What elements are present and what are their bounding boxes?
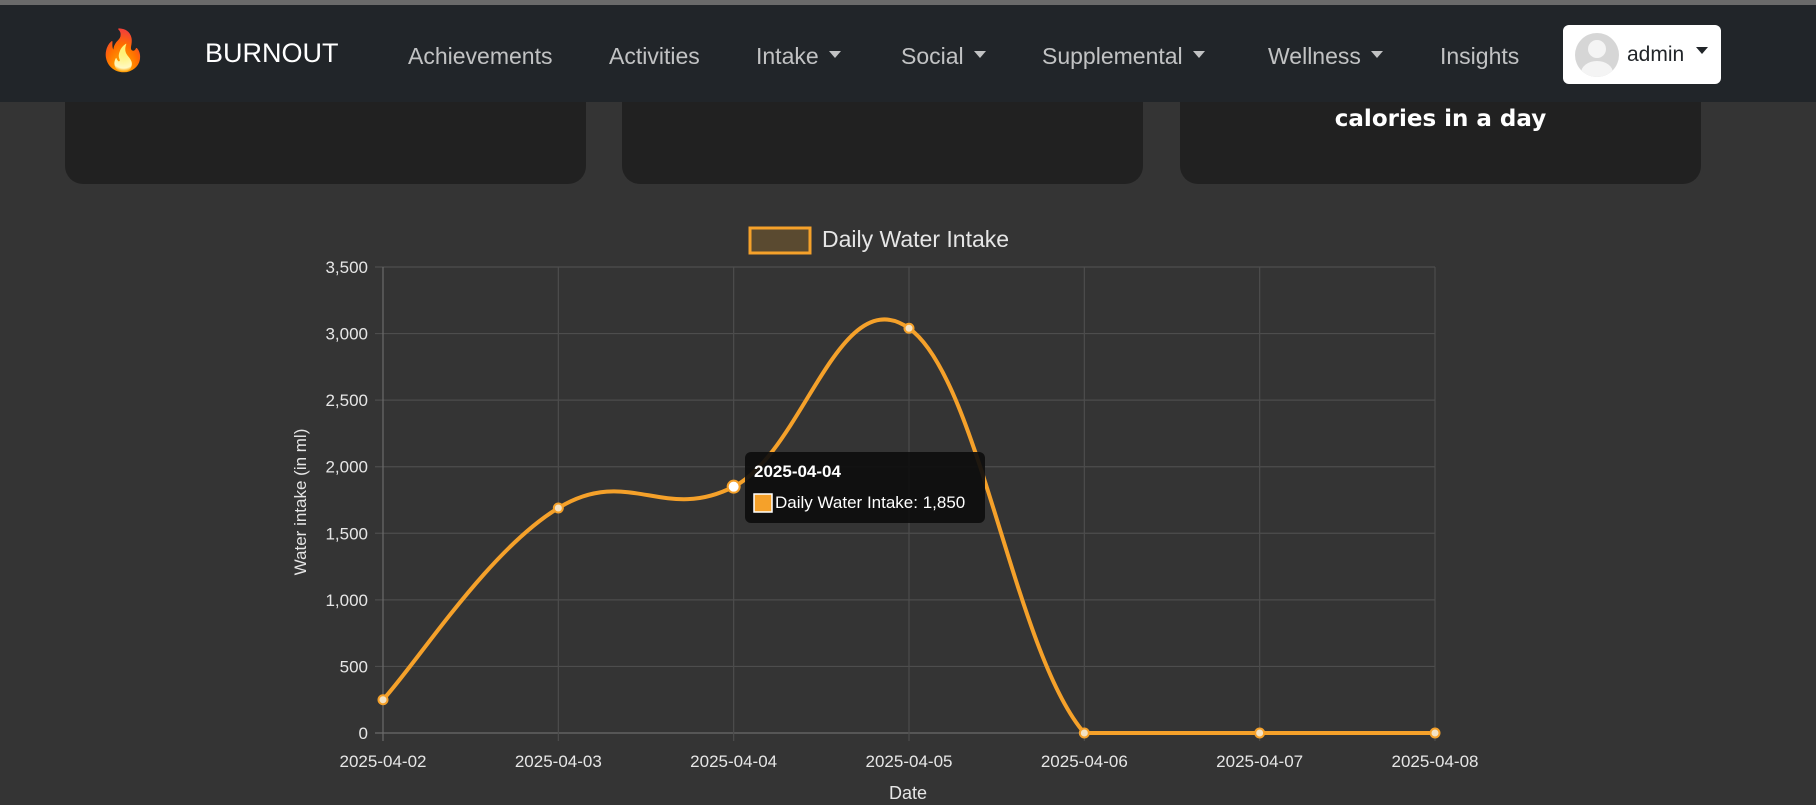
x-tick-label: 2025-04-04 — [690, 752, 777, 771]
tooltip-title: 2025-04-04 — [754, 462, 842, 481]
x-axis-ticks: 2025-04-02 2025-04-03 2025-04-04 2025-04-05… — [340, 752, 1479, 771]
y-tick-label: 3,000 — [325, 325, 368, 344]
data-point[interactable] — [903, 322, 915, 334]
chart-tooltip: 2025-04-04 Daily Water Intake: 1,850 — [745, 452, 985, 523]
y-tick-label: 500 — [340, 657, 368, 676]
tooltip-label: Daily Water Intake: 1,850 — [775, 493, 965, 512]
legend-swatch — [748, 226, 812, 255]
tooltip-swatch — [753, 493, 773, 513]
y-tick-label: 2,000 — [325, 458, 368, 477]
y-tick-label: 0 — [359, 724, 368, 743]
x-tick-label: 2025-04-02 — [340, 752, 427, 771]
data-point[interactable] — [377, 694, 389, 706]
y-axis-ticks: 0 500 1,000 1,500 2,000 2,500 3,000 3,500 — [325, 258, 368, 743]
water-intake-chart: 0 500 1,000 1,500 2,000 2,500 3,000 3,500 2025-… — [291, 226, 1479, 803]
y-tick-label: 1,000 — [325, 591, 368, 610]
legend-label: Daily Water Intake — [822, 226, 1009, 252]
x-tick-label: 2025-04-08 — [1392, 752, 1479, 771]
y-axis-label: Water intake (in ml) — [291, 429, 310, 576]
data-point[interactable] — [1078, 727, 1090, 739]
x-axis-label: Date — [889, 783, 927, 803]
data-point[interactable] — [726, 479, 741, 494]
chart-legend[interactable]: Daily Water Intake — [748, 226, 1009, 255]
x-tick-label: 2025-04-06 — [1041, 752, 1128, 771]
y-tick-label: 1,500 — [325, 524, 368, 543]
x-tick-label: 2025-04-07 — [1216, 752, 1303, 771]
data-point[interactable] — [552, 502, 564, 514]
data-point[interactable] — [1429, 727, 1441, 739]
y-tick-label: 2,500 — [325, 391, 368, 410]
x-tick-label: 2025-04-03 — [515, 752, 602, 771]
y-tick-label: 3,500 — [325, 258, 368, 277]
x-tick-label: 2025-04-05 — [866, 752, 953, 771]
data-point[interactable] — [1254, 727, 1266, 739]
